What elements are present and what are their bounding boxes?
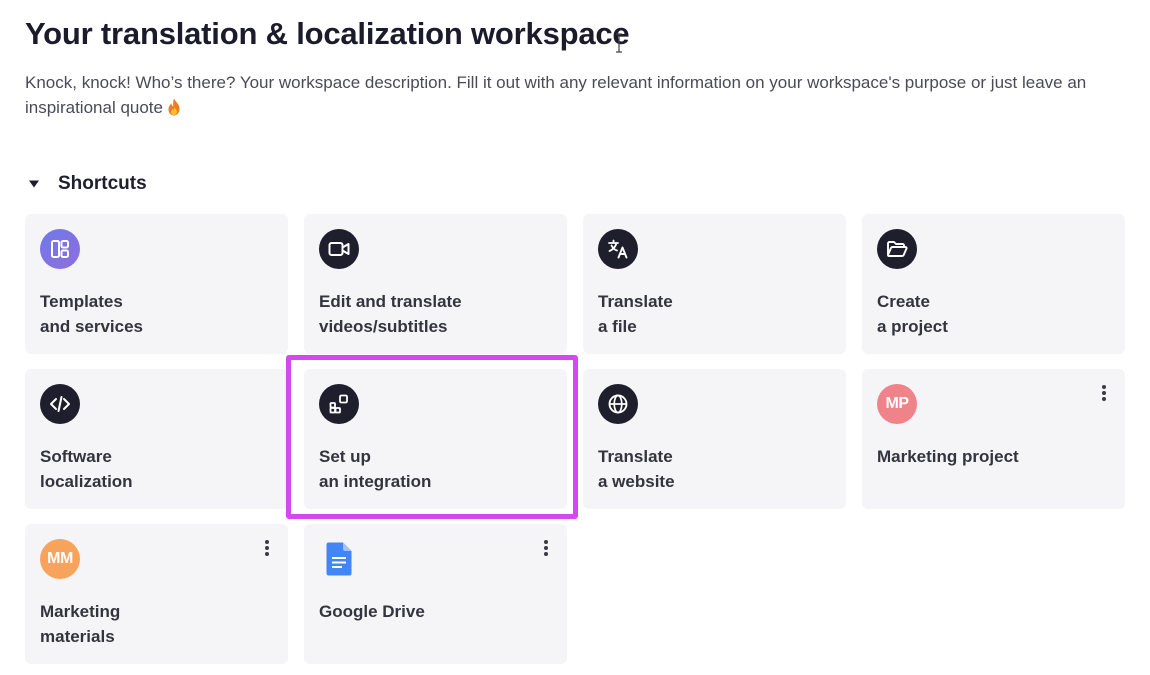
shortcut-edit-translate-videos[interactable]: Edit and translate videos/subtitles	[304, 214, 567, 354]
fire-icon	[168, 98, 180, 116]
more-options-icon[interactable]	[539, 538, 553, 558]
folder-open-icon	[877, 229, 917, 269]
card-label: Google Drive	[319, 602, 425, 621]
card-label: Software localization	[40, 447, 133, 491]
translate-icon	[598, 229, 638, 269]
shortcut-marketing-project[interactable]: MP Marketing project	[862, 369, 1125, 509]
video-camera-icon	[319, 229, 359, 269]
shortcut-google-drive[interactable]: Google Drive	[304, 524, 567, 664]
card-label: Translate a file	[598, 292, 673, 336]
shortcut-software-localization[interactable]: Software localization	[25, 369, 288, 509]
workspace-description[interactable]: Knock, knock! Who’s there? Your workspac…	[25, 70, 1130, 120]
project-avatar: MP	[877, 384, 917, 424]
shortcut-translate-file[interactable]: Translate a file	[583, 214, 846, 354]
more-options-icon[interactable]	[1097, 383, 1111, 403]
card-label: Create a project	[877, 292, 948, 336]
page-title: Your translation & localization workspac…	[25, 16, 630, 51]
text-cursor-icon	[616, 33, 622, 53]
shortcut-templates-and-services[interactable]: Templates and services	[25, 214, 288, 354]
shortcuts-label: Shortcuts	[58, 173, 147, 194]
code-icon	[40, 384, 80, 424]
card-label: Translate a website	[598, 447, 675, 491]
globe-icon	[598, 384, 638, 424]
shortcut-marketing-materials[interactable]: MM Marketing materials	[25, 524, 288, 664]
card-label: Templates and services	[40, 292, 144, 336]
google-docs-icon	[319, 539, 359, 579]
project-avatar: MM	[40, 539, 80, 579]
shortcut-create-project[interactable]: Create a project	[862, 214, 1125, 354]
shortcut-translate-website[interactable]: Translate a website	[583, 369, 846, 509]
card-label: Set up an integration	[319, 447, 432, 491]
templates-icon	[40, 229, 80, 269]
shortcuts-toggle[interactable]: Shortcuts	[28, 170, 147, 198]
caret-down-icon	[29, 180, 39, 188]
card-label: Marketing project	[877, 447, 1019, 466]
more-options-icon[interactable]	[260, 538, 274, 558]
shortcut-set-up-integration[interactable]: Set up an integration	[304, 369, 567, 509]
integration-icon	[319, 384, 359, 424]
card-label: Marketing materials	[40, 602, 121, 646]
card-label: Edit and translate videos/subtitles	[319, 292, 462, 336]
workspace-page: Your translation & localization workspac…	[0, 0, 1150, 675]
workspace-description-text: Knock, knock! Who’s there? Your workspac…	[25, 73, 1087, 117]
